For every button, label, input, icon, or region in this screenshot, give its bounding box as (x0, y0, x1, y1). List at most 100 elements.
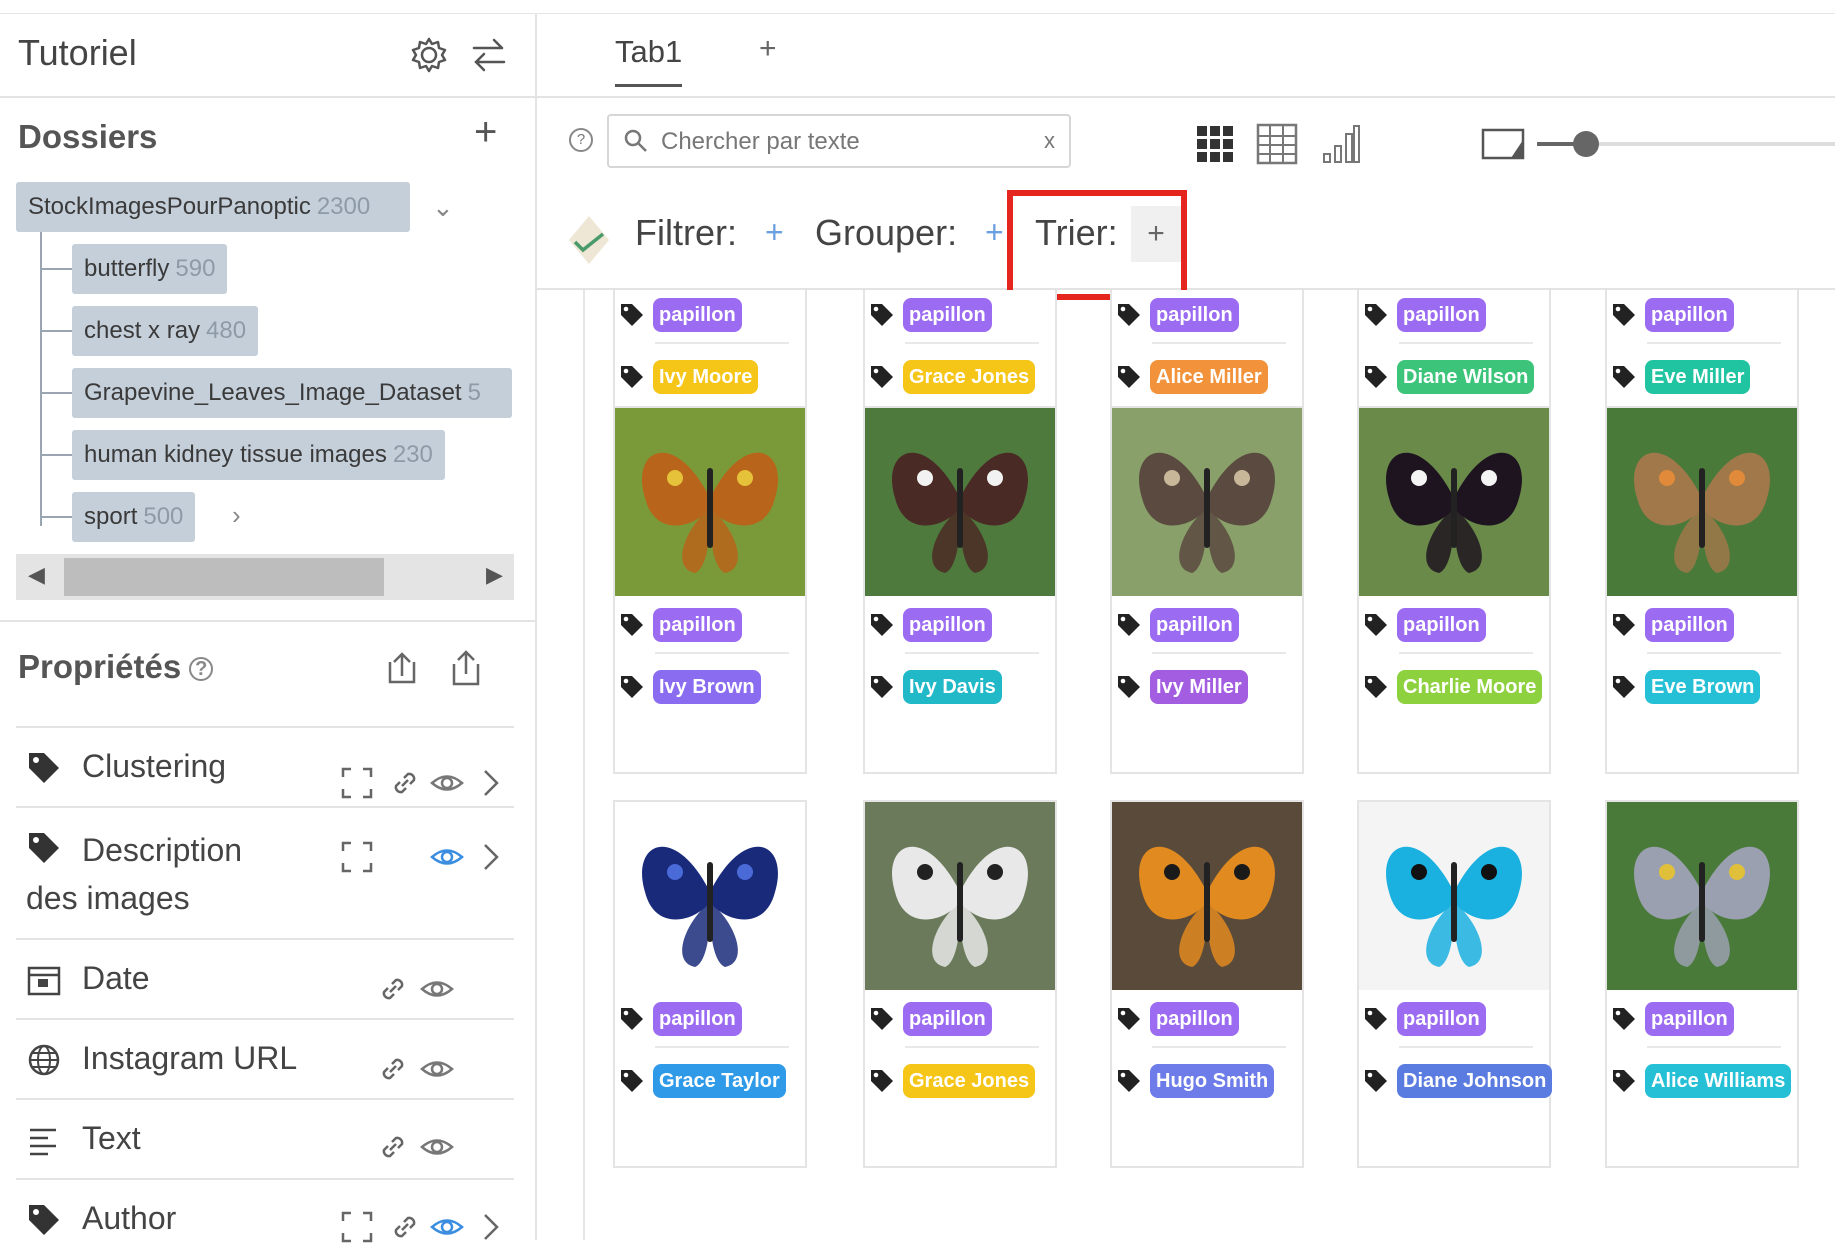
expand-icon[interactable] (340, 1210, 374, 1244)
chevron-right-icon[interactable]: › (232, 500, 241, 531)
image-card[interactable]: papillon Hugo Smith (1110, 800, 1304, 1168)
tag-pill-papillon[interactable]: papillon (1397, 298, 1486, 332)
link-icon[interactable] (376, 972, 410, 1006)
chevron-right-icon[interactable] (474, 1210, 508, 1244)
author-pill[interactable]: Eve Brown (1645, 670, 1761, 704)
folder-item-sport[interactable]: sport 500 (72, 492, 196, 542)
link-icon[interactable] (376, 1130, 410, 1164)
author-pill[interactable]: Hugo Smith (1150, 1064, 1275, 1098)
size-slider-track[interactable] (1537, 131, 1835, 157)
tag-pill-papillon[interactable]: papillon (653, 1002, 742, 1036)
folder-item-chest-x-ray[interactable]: chest x ray 480 (72, 306, 259, 356)
add-filter-button[interactable]: + (765, 214, 784, 251)
tag-pill-papillon[interactable]: papillon (1645, 298, 1734, 332)
export-share-icon[interactable] (448, 648, 484, 688)
butterfly-image[interactable] (1359, 802, 1549, 990)
author-pill[interactable]: Alice Williams (1645, 1064, 1792, 1098)
butterfly-image[interactable] (865, 802, 1055, 990)
author-pill[interactable]: Grace Taylor (653, 1064, 786, 1098)
tag-icon (1363, 1068, 1389, 1094)
tag-pill-papillon[interactable]: papillon (903, 608, 992, 642)
butterfly-image[interactable] (1607, 408, 1797, 596)
image-card[interactable]: papillon Ivy Brown (613, 406, 807, 774)
scrollbar-thumb[interactable] (64, 558, 384, 596)
chevron-right-icon[interactable] (474, 766, 508, 800)
add-tab-button[interactable]: + (759, 32, 777, 66)
eye-icon[interactable] (420, 972, 454, 1006)
butterfly-image[interactable] (865, 408, 1055, 596)
folder-root[interactable]: StockImagesPourPanoptic 2300 (16, 182, 410, 232)
tag-pill-papillon[interactable]: papillon (1150, 608, 1239, 642)
butterfly-image[interactable] (1607, 802, 1797, 990)
tag-pill-papillon[interactable]: papillon (1397, 608, 1486, 642)
image-card[interactable]: papillon Grace Taylor (613, 800, 807, 1168)
folder-item-kidney[interactable]: human kidney tissue images 230 (72, 430, 445, 480)
image-card[interactable]: papillon Eve Brown (1605, 406, 1799, 774)
settings-gear-icon[interactable] (408, 34, 450, 76)
tag-pill-papillon[interactable]: papillon (653, 608, 742, 642)
scroll-left-arrow-icon[interactable]: ◀ (28, 562, 45, 588)
table-view-icon[interactable] (1255, 122, 1299, 166)
eye-icon[interactable] (420, 1130, 454, 1164)
tag-pill-papillon[interactable]: papillon (903, 1002, 992, 1036)
author-pill[interactable]: Eve Miller (1645, 360, 1751, 394)
tag-pill-papillon[interactable]: papillon (1645, 608, 1734, 642)
grid-view-icon[interactable] (1195, 124, 1235, 164)
chevron-right-icon[interactable] (474, 840, 508, 874)
butterfly-image[interactable] (615, 802, 805, 990)
eye-icon[interactable] (430, 766, 464, 800)
butterfly-image[interactable] (615, 408, 805, 596)
link-icon[interactable] (388, 1210, 422, 1244)
search-help-icon[interactable]: ? (569, 128, 593, 152)
import-icon[interactable] (384, 648, 420, 688)
clear-search-icon[interactable]: x (1044, 128, 1055, 154)
image-card[interactable]: papillon Alice Williams (1605, 800, 1799, 1168)
author-pill[interactable]: Diane Johnson (1397, 1064, 1553, 1098)
tag-pill-papillon[interactable]: papillon (903, 298, 992, 332)
add-folder-button[interactable]: + (474, 112, 497, 152)
add-group-button[interactable]: + (985, 214, 1004, 251)
butterfly-image[interactable] (1112, 408, 1302, 596)
link-icon[interactable] (388, 766, 422, 800)
tag-divider (1647, 1046, 1781, 1048)
tag-pill-papillon[interactable]: papillon (1150, 1002, 1239, 1036)
tag-pill-papillon[interactable]: papillon (1150, 298, 1239, 332)
chevron-down-icon[interactable]: ⌄ (432, 192, 454, 223)
folder-item-butterfly[interactable]: butterfly 590 (72, 244, 228, 294)
scroll-right-arrow-icon[interactable]: ▶ (486, 562, 503, 588)
folder-item-grapevine[interactable]: Grapevine_Leaves_Image_Dataset 5 (72, 368, 512, 418)
tag-pill-papillon[interactable]: papillon (653, 298, 742, 332)
butterfly-image[interactable] (1359, 408, 1549, 596)
properties-help-icon[interactable]: ? (189, 657, 214, 682)
expand-icon[interactable] (340, 840, 374, 874)
horizontal-scrollbar[interactable]: ◀ ▶ (16, 554, 514, 600)
author-pill[interactable]: Ivy Davis (903, 670, 1002, 704)
chart-view-icon[interactable] (1321, 122, 1361, 166)
author-pill[interactable]: Ivy Brown (653, 670, 761, 704)
eye-icon[interactable] (430, 840, 464, 874)
butterfly-image[interactable] (1112, 802, 1302, 990)
image-card[interactable]: papillon Charlie Moore (1357, 406, 1551, 774)
tag-icon (1611, 302, 1637, 328)
author-pill[interactable]: Grace Jones (903, 1064, 1036, 1098)
tag-pill-papillon[interactable]: papillon (1645, 1002, 1734, 1036)
tag-pill-papillon[interactable]: papillon (1397, 1002, 1486, 1036)
author-pill[interactable]: Charlie Moore (1397, 670, 1543, 704)
search-input[interactable]: Chercher par texte x (607, 114, 1071, 168)
link-icon[interactable] (376, 1052, 410, 1086)
image-card[interactable]: papillon Ivy Miller (1110, 406, 1304, 774)
author-pill[interactable]: Grace Jones (903, 360, 1036, 394)
image-card[interactable]: papillon Diane Johnson (1357, 800, 1553, 1168)
image-card[interactable]: papillon Grace Jones (863, 800, 1057, 1168)
author-pill[interactable]: Diane Wilson (1397, 360, 1535, 394)
eye-icon[interactable] (430, 1210, 464, 1244)
eye-icon[interactable] (420, 1052, 454, 1086)
author-pill[interactable]: Ivy Moore (653, 360, 759, 394)
author-pill[interactable]: Alice Miller (1150, 360, 1268, 394)
expand-icon[interactable] (340, 766, 374, 800)
size-slider-handle[interactable] (1573, 131, 1599, 157)
author-pill[interactable]: Ivy Miller (1150, 670, 1248, 704)
image-card[interactable]: papillon Ivy Davis (863, 406, 1057, 774)
swap-arrows-icon[interactable] (468, 34, 510, 76)
tab-tab1[interactable]: Tab1 (615, 34, 683, 87)
